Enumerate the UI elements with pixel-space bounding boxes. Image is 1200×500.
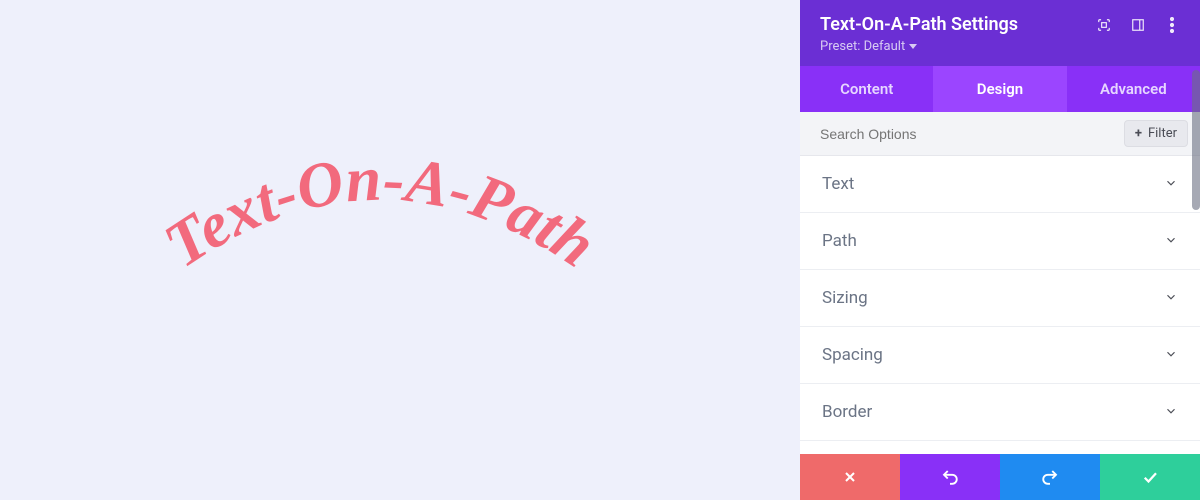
section-text[interactable]: Text — [800, 156, 1200, 213]
section-label: Text — [822, 174, 854, 194]
chevron-down-icon — [1164, 289, 1178, 308]
undo-button[interactable] — [900, 454, 1000, 500]
section-label: Border — [822, 402, 872, 422]
chevron-down-icon — [1164, 232, 1178, 251]
settings-sections: Text Path Sizing Spacing — [800, 156, 1200, 454]
section-label: Sizing — [822, 288, 868, 308]
app-root: Text-On-A-Path Text-On-A-Path Settings — [0, 0, 1200, 500]
svg-text:Text-On-A-Path: Text-On-A-Path — [152, 143, 608, 281]
panel-title: Text-On-A-Path Settings — [820, 14, 1018, 35]
cancel-button[interactable] — [800, 454, 900, 500]
panel-header: Text-On-A-Path Settings Preset: Default — [800, 0, 1200, 66]
section-sizing[interactable]: Sizing — [800, 270, 1200, 327]
panel-scrollbar[interactable] — [1192, 70, 1200, 210]
canvas-area[interactable]: Text-On-A-Path — [0, 0, 800, 500]
section-label: Path — [822, 231, 857, 251]
chevron-down-icon — [1164, 403, 1178, 422]
section-border[interactable]: Border — [800, 384, 1200, 441]
caret-down-icon — [909, 44, 917, 49]
curved-text-content: Text-On-A-Path — [152, 143, 608, 281]
check-icon — [1141, 468, 1159, 486]
layout-icon[interactable] — [1130, 17, 1146, 33]
tab-content[interactable]: Content — [800, 66, 933, 112]
close-icon — [842, 469, 858, 485]
chevron-down-icon — [1164, 175, 1178, 194]
preset-selector[interactable]: Preset: Default — [820, 39, 1180, 54]
chevron-down-icon — [1164, 346, 1178, 365]
undo-icon — [941, 468, 959, 486]
redo-button[interactable] — [1000, 454, 1100, 500]
search-input[interactable] — [820, 126, 1124, 142]
tab-design[interactable]: Design — [933, 66, 1066, 112]
panel-tabs: Content Design Advanced — [800, 66, 1200, 112]
plus-icon: + — [1135, 126, 1142, 141]
tab-advanced[interactable]: Advanced — [1067, 66, 1200, 112]
more-icon[interactable] — [1164, 17, 1180, 33]
filter-label: Filter — [1148, 126, 1177, 141]
filter-button[interactable]: + Filter — [1124, 120, 1188, 147]
section-label: Spacing — [822, 345, 883, 365]
section-path[interactable]: Path — [800, 213, 1200, 270]
section-spacing[interactable]: Spacing — [800, 327, 1200, 384]
action-bar — [800, 454, 1200, 500]
settings-panel: Text-On-A-Path Settings Preset: Default — [800, 0, 1200, 500]
redo-icon — [1041, 468, 1059, 486]
panel-header-icons — [1096, 17, 1180, 33]
curved-text: Text-On-A-Path — [0, 40, 800, 500]
preset-label: Preset: Default — [820, 39, 905, 54]
save-button[interactable] — [1100, 454, 1200, 500]
search-row: + Filter — [800, 112, 1200, 156]
expand-icon[interactable] — [1096, 17, 1112, 33]
